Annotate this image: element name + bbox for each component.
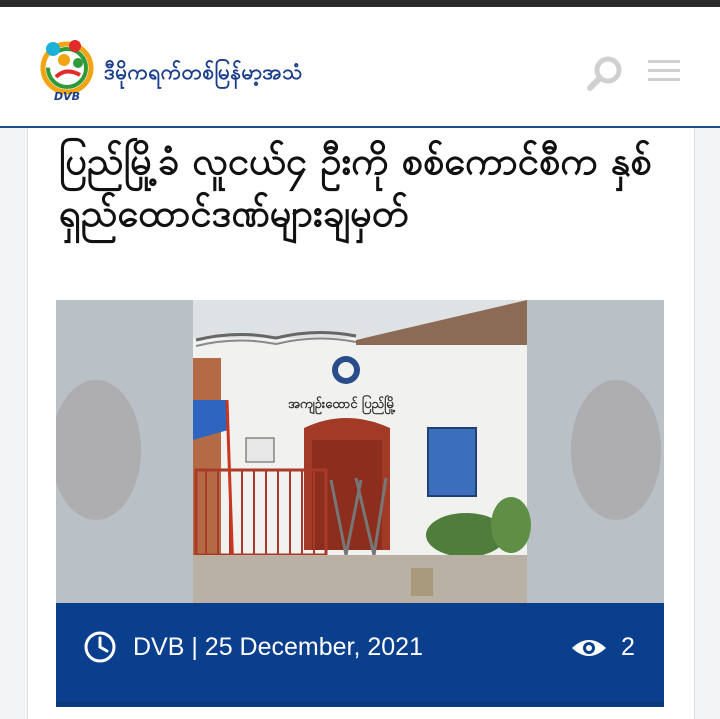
- prison-sign-text: အကျဉ်းထောင် ပြည်မြို့: [288, 394, 396, 415]
- site-header: DVB ဒီမိုကရက်တစ်မြန်မာ့အသံ: [0, 7, 720, 128]
- article-title[interactable]: ပြည်မြို့ခံ လူငယ်၄ ဦးကို စစ်ကောင်စီက နှစ…: [59, 135, 679, 239]
- hamburger-menu-icon: [648, 60, 680, 81]
- article-image[interactable]: အကျဉ်းထောင် ပြည်မြို့: [56, 300, 664, 603]
- search-icon: [587, 56, 622, 91]
- article-meta-bar: DVB | 25 December, 2021 2: [56, 603, 664, 707]
- dvb-logo-icon[interactable]: DVB: [34, 37, 100, 103]
- clock-icon: [83, 630, 117, 664]
- status-strip: [0, 0, 720, 7]
- site-brand-name[interactable]: ဒီမိုကရက်တစ်မြန်မာ့အသံ: [104, 59, 303, 90]
- logo-text: DVB: [54, 90, 80, 103]
- author-date: DVB | 25 December, 2021: [133, 633, 423, 661]
- menu-button[interactable]: [644, 56, 684, 88]
- meta-bar-divider: [56, 701, 664, 707]
- view-count: 2: [621, 633, 635, 661]
- search-button[interactable]: [585, 54, 625, 94]
- eye-icon: [570, 636, 608, 660]
